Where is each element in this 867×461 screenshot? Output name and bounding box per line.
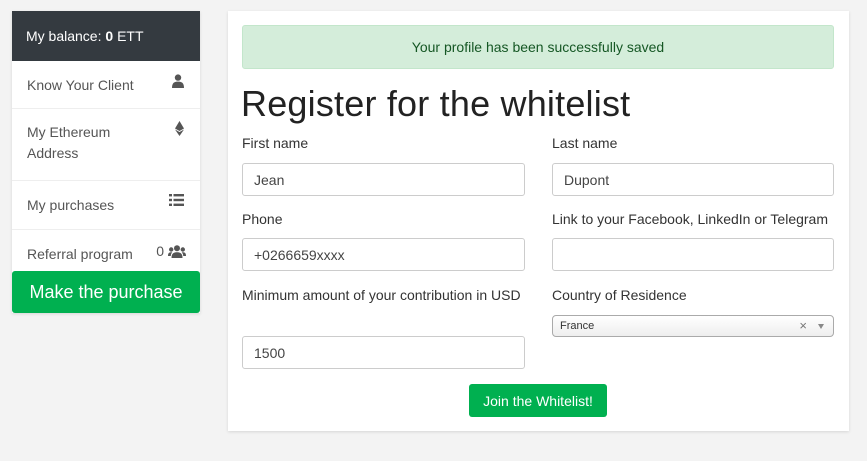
sidebar-item-label: My purchases [27,197,115,213]
balance-unit: ETT [117,28,144,44]
first-name-label: First name [242,135,309,151]
country-select[interactable]: France × [552,315,834,337]
last-name-label: Last name [552,135,618,151]
users-icon [168,244,186,258]
phone-label: Phone [242,211,283,227]
referral-count-wrap: 0 [156,243,186,259]
sidebar-item-purchases[interactable]: My purchases [12,181,200,230]
make-purchase-button[interactable]: Make the purchase [12,271,200,313]
last-name-input[interactable] [552,163,834,196]
list-icon [169,194,184,206]
country-label: Country of Residence [552,287,687,303]
clear-selection-icon[interactable]: × [799,316,807,336]
min-amount-input[interactable] [242,336,525,369]
page-title: Register for the whitelist [241,83,631,124]
balance-value: 0 [105,28,114,44]
sidebar-item-label: My Ethereum Address [27,124,111,161]
social-link-input[interactable] [552,238,834,271]
chevron-down-icon[interactable] [818,324,824,329]
sidebar-item-kyc[interactable]: Know Your Client [12,61,200,109]
sidebar: My balance: 0 ETT Know Your Client My Et… [12,11,200,313]
referral-count: 0 [156,243,164,259]
social-link-label: Link to your Facebook, LinkedIn or Teleg… [552,211,829,227]
sidebar-item-ethereum-address[interactable]: My Ethereum Address [12,109,200,181]
min-amount-label: Minimum amount of your contribution in U… [242,287,521,303]
sidebar-item-label: Know Your Client [27,77,134,93]
first-name-input[interactable] [242,163,525,196]
user-icon [172,74,184,88]
balance-header: My balance: 0 ETT [12,11,200,61]
success-alert: Your profile has been successfully saved [242,25,834,69]
ethereum-icon [175,121,184,136]
phone-input[interactable] [242,238,525,271]
join-whitelist-button[interactable]: Join the Whitelist! [469,384,607,417]
whitelist-card: Your profile has been successfully saved… [228,11,849,431]
country-selected-value: France [560,320,595,332]
balance-label: My balance: [26,28,102,44]
